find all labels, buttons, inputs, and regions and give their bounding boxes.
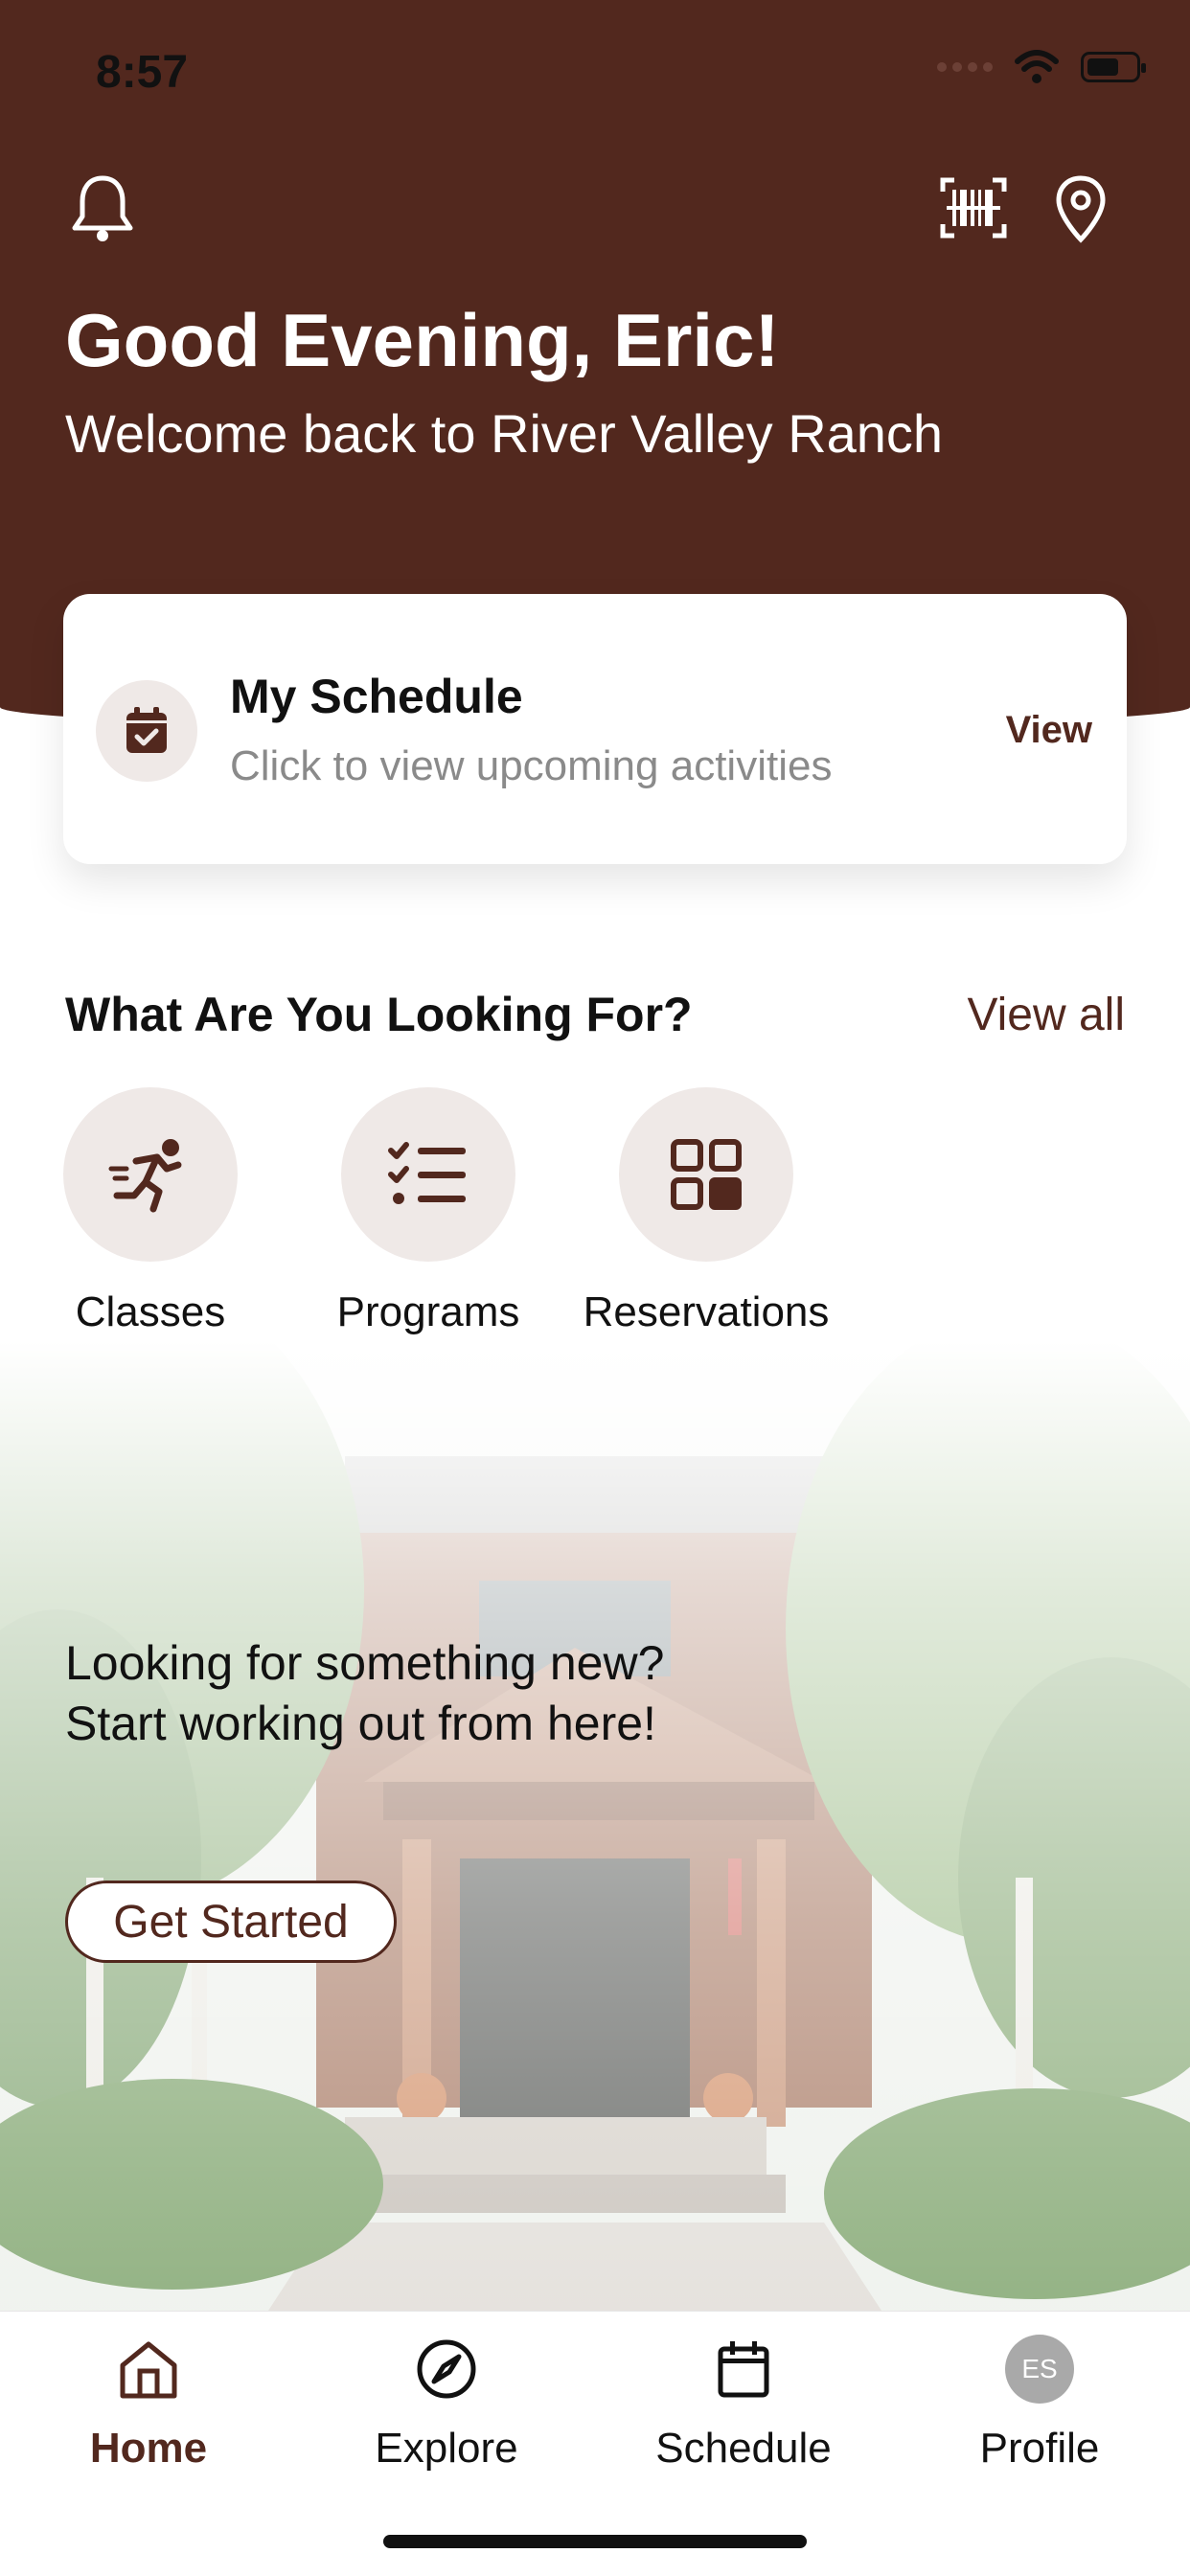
hero-text: Looking for something new? Start working… <box>65 1633 664 1754</box>
status-icons <box>937 50 1146 84</box>
status-time: 8:57 <box>96 47 189 98</box>
get-started-button[interactable]: Get Started <box>65 1881 397 1963</box>
hero-line-2: Start working out from here! <box>65 1697 656 1750</box>
category-label: Reservations <box>583 1288 830 1335</box>
category-programs[interactable]: Programs <box>285 1087 572 1336</box>
tab-profile[interactable]: ES Profile <box>920 2331 1159 2473</box>
signal-icon <box>937 62 993 72</box>
tab-label: Profile <box>979 2425 1100 2472</box>
home-indicator <box>383 2535 807 2548</box>
grid-icon <box>619 1087 793 1262</box>
wifi-icon <box>1015 50 1059 83</box>
home-icon <box>29 2331 268 2407</box>
tab-explore[interactable]: Explore <box>327 2331 566 2473</box>
my-schedule-card[interactable]: My Schedule Click to view upcoming activ… <box>63 594 1127 864</box>
category-classes[interactable]: Classes <box>7 1087 294 1336</box>
tab-label: Home <box>89 2425 208 2472</box>
greeting-title: Good Evening, Eric! <box>65 298 780 382</box>
schedule-card-subtitle: Click to view upcoming activities <box>230 742 833 789</box>
schedule-view-link[interactable]: View <box>1006 709 1092 752</box>
category-label: Programs <box>336 1288 520 1335</box>
tab-label: Schedule <box>655 2425 832 2472</box>
calendar-check-icon <box>96 680 197 782</box>
compass-icon <box>327 2331 566 2407</box>
battery-icon <box>1081 52 1146 82</box>
category-reservations[interactable]: Reservations <box>562 1087 850 1336</box>
categories-section-title: What Are You Looking For? <box>65 988 693 1041</box>
tab-label: Explore <box>375 2425 518 2472</box>
category-label: Classes <box>75 1288 226 1335</box>
tab-schedule[interactable]: Schedule <box>624 2331 863 2473</box>
location-pin-icon[interactable] <box>1054 174 1108 248</box>
hero-overlay <box>0 1341 1190 2311</box>
running-person-icon <box>63 1087 238 1262</box>
avatar: ES <box>1005 2335 1074 2404</box>
tab-home[interactable]: Home <box>29 2331 268 2473</box>
hero-banner: Looking for something new? Start working… <box>0 1341 1190 2311</box>
calendar-icon <box>624 2331 863 2407</box>
schedule-card-title: My Schedule <box>230 670 523 723</box>
checklist-icon <box>341 1087 515 1262</box>
view-all-link[interactable]: View all <box>967 989 1125 1041</box>
hero-line-1: Looking for something new? <box>65 1636 665 1690</box>
barcode-scan-icon[interactable] <box>939 176 1008 244</box>
notifications-bell-icon[interactable] <box>69 172 136 250</box>
welcome-subtitle: Welcome back to River Valley Ranch <box>65 403 944 464</box>
